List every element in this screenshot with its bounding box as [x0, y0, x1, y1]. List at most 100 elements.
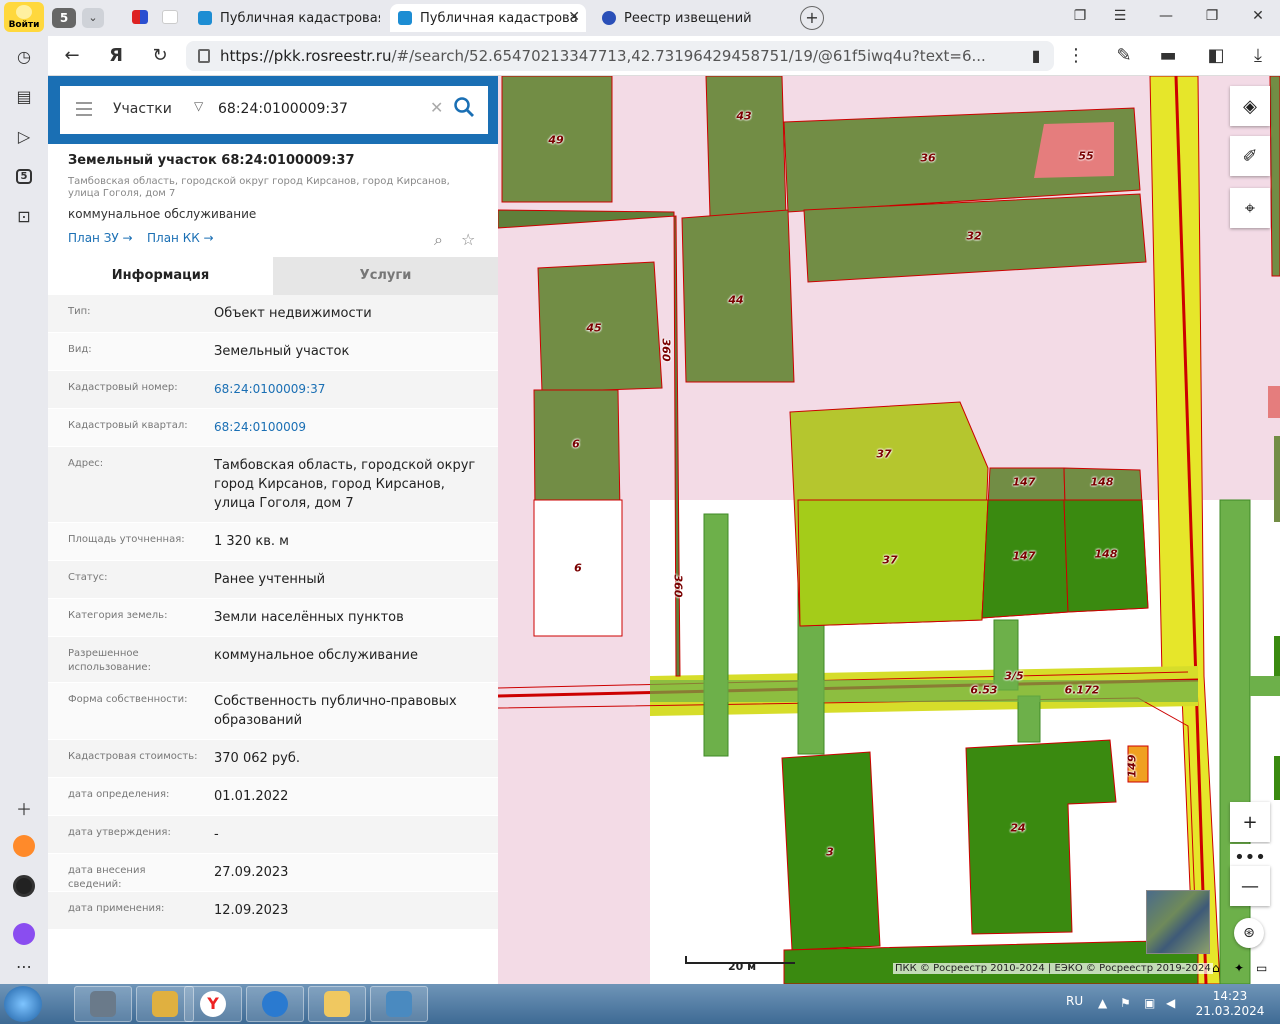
info-row-label: Кадастровый квартал:: [68, 420, 188, 431]
zoom-to-object-icon[interactable]: ⌕: [434, 230, 443, 250]
clock-time: 14:23: [1212, 989, 1248, 1003]
taskbar-app-6[interactable]: [370, 986, 428, 1022]
tab-title: Реестр извещений: [624, 10, 752, 26]
info-row-label: Вид:: [68, 344, 92, 355]
start-button[interactable]: [4, 986, 42, 1022]
parcel-label: 45: [586, 321, 602, 335]
collections-icon[interactable]: ▤: [12, 84, 36, 108]
url-field[interactable]: https://pkk.rosreestr.ru/#/search/52.654…: [186, 41, 1054, 71]
close-window-icon[interactable]: ✕: [1248, 8, 1268, 24]
downloads-icon[interactable]: ⤓: [1246, 45, 1270, 66]
info-row-value: Объект недвижимости: [214, 306, 372, 321]
tabs-counter-icon[interactable]: 5: [12, 164, 36, 188]
clock[interactable]: 14:23 21.03.2024: [1194, 989, 1266, 1019]
tab-pkk-2[interactable]: Публичная кадастрова ✕: [390, 4, 586, 32]
video-icon[interactable]: ▷: [12, 124, 36, 148]
search-type-select[interactable]: Участки: [113, 101, 172, 117]
home-icon[interactable]: ⌂: [1212, 961, 1220, 975]
tray-volume-icon[interactable]: ◀: [1166, 996, 1175, 1010]
tab-bar: 5 ⌄ Публичная кадастровая к Публичная ка…: [48, 0, 1280, 36]
search-header: Участки ▽ 68:24:0100009:37 ✕ ❮: [48, 76, 514, 144]
info-row-value: 1 320 кв. м: [214, 534, 289, 549]
tray-arrow-icon[interactable]: ▲: [1098, 996, 1107, 1010]
parcel-label: 3: [826, 845, 834, 859]
info-tabs: Информация Услуги: [48, 257, 498, 295]
chevron-down-icon[interactable]: ▽: [194, 99, 203, 113]
minimize-icon[interactable]: —: [1156, 8, 1176, 24]
protect-icon[interactable]: ⋮: [1064, 45, 1088, 66]
info-row-value[interactable]: 68:24:0100009:37: [214, 371, 498, 408]
menu-icon[interactable]: ☰: [1110, 8, 1130, 24]
target-icon[interactable]: ✦: [1234, 961, 1244, 975]
messenger-icon[interactable]: [12, 874, 36, 898]
rosreestr-favicon-icon: [198, 11, 212, 25]
info-row-label: дата внесения сведений:: [68, 865, 146, 890]
locate-point-icon[interactable]: ⌖: [1230, 188, 1270, 228]
tabs-menu-icon[interactable]: ❐: [1070, 8, 1090, 24]
zoom-in-button[interactable]: +: [1230, 802, 1270, 842]
map-view[interactable]: 49 43 36 55 32 45 44 360 6 6 37 37 147 147 148 148 360 3/…: [498, 76, 1280, 984]
new-tab-button[interactable]: +: [800, 6, 824, 30]
screenshot-icon[interactable]: ⊡: [12, 204, 36, 228]
info-row: дата утверждения: -: [48, 816, 498, 854]
yandex-icon[interactable]: Я: [104, 45, 128, 66]
zoom-out-button[interactable]: —: [1230, 866, 1270, 906]
url-host: https://pkk.rosreestr.ru: [220, 47, 392, 65]
reader-icon[interactable]: ◧: [1204, 45, 1228, 66]
tab-services[interactable]: Услуги: [273, 257, 498, 295]
tab-notices[interactable]: Реестр извещений: [594, 4, 794, 32]
info-row: Статус: Ранее учтенный: [48, 561, 498, 599]
pinned-tab-icon-2[interactable]: [162, 10, 178, 24]
menu-icon[interactable]: [76, 102, 92, 116]
info-row: дата определения: 01.01.2022: [48, 778, 498, 816]
pinned-tab-icon[interactable]: [132, 10, 148, 24]
parcel-label: 6.172: [1064, 683, 1100, 697]
add-panel-icon[interactable]: ＋: [12, 796, 36, 820]
favorite-star-icon[interactable]: ☆: [461, 230, 475, 249]
plan-kk-link[interactable]: План КК →: [147, 231, 214, 245]
info-row: Кадастровая стоимость: 370 062 руб.: [48, 740, 498, 778]
ruler-icon[interactable]: ✐: [1230, 136, 1270, 176]
info-row-value: 370 062 руб.: [214, 751, 300, 766]
browser-sidebar: Войти ◷ ▤ ▷ 5 ⊡ ＋ ⋯: [0, 0, 48, 984]
language-indicator[interactable]: RU: [1066, 994, 1083, 1008]
parcel-label: 36: [920, 151, 936, 165]
info-row: Кадастровый квартал: 68:24:0100009: [48, 409, 498, 447]
extension-2-icon[interactable]: ▬: [1156, 45, 1180, 66]
minimap-satellite[interactable]: [1146, 890, 1210, 954]
clear-icon[interactable]: ✕: [430, 98, 443, 117]
info-row-value[interactable]: 68:24:0100009: [214, 409, 498, 446]
plan-zu-link[interactable]: План ЗУ →: [68, 231, 133, 245]
search-input[interactable]: 68:24:0100009:37: [218, 101, 348, 117]
tabs-dropdown-icon[interactable]: ⌄: [82, 8, 104, 28]
tab-count-badge[interactable]: 5: [52, 8, 76, 28]
parcel-label: 43: [736, 109, 752, 123]
back-icon[interactable]: ←: [60, 45, 84, 66]
layers-icon[interactable]: ◈: [1230, 86, 1270, 126]
login-button[interactable]: Войти: [4, 2, 44, 32]
info-row-value: Собственность публично-правовых образова…: [214, 694, 457, 728]
taskbar-app-4[interactable]: [246, 986, 304, 1022]
close-tab-icon[interactable]: ✕: [568, 9, 580, 25]
taskbar-yandex-browser[interactable]: Y: [184, 986, 242, 1022]
search-icon[interactable]: [453, 96, 475, 118]
more-icon[interactable]: ⋯: [12, 954, 36, 978]
restore-icon[interactable]: ❐: [1202, 8, 1222, 24]
tray-flag-icon[interactable]: ⚑: [1120, 996, 1131, 1010]
history-icon[interactable]: ◷: [12, 44, 36, 68]
taskbar-app-1[interactable]: [74, 986, 132, 1022]
tab-information[interactable]: Информация: [48, 257, 273, 295]
reload-icon[interactable]: ↻: [148, 45, 172, 66]
tray-network-icon[interactable]: ▣: [1144, 996, 1155, 1010]
alice-icon[interactable]: [12, 922, 36, 946]
cadastral-map[interactable]: [498, 76, 1280, 984]
scale-label: 20 м: [728, 960, 757, 973]
fullscreen-icon[interactable]: ▭: [1256, 961, 1267, 975]
extension-icon[interactable]: ✎: [1112, 45, 1136, 66]
mail-icon[interactable]: [12, 834, 36, 858]
taskbar-explorer[interactable]: [308, 986, 366, 1022]
bookmark-icon[interactable]: ▮: [1024, 46, 1048, 65]
app-2-icon: [152, 991, 178, 1017]
tab-pkk-1[interactable]: Публичная кадастровая к: [190, 4, 380, 32]
compass-icon[interactable]: ⊛: [1234, 918, 1264, 948]
